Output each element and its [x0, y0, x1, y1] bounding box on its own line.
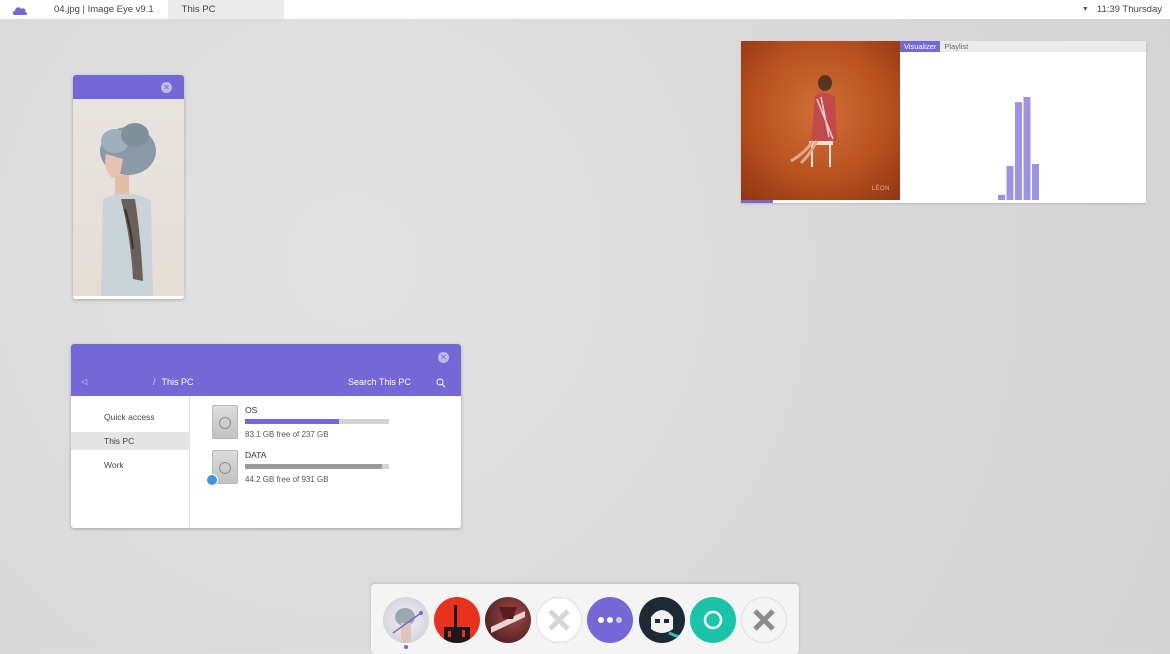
- drive-usage-fill: [245, 464, 383, 469]
- search-label[interactable]: Search This PC: [348, 377, 411, 387]
- visualizer-bar: [1032, 163, 1039, 200]
- clock: 11:39 Thursday: [1096, 4, 1162, 15]
- visualizer-bar: [1006, 166, 1014, 200]
- drive-name: OS: [245, 405, 258, 415]
- image-viewer-header: ✕: [73, 75, 184, 99]
- drive-free-space: 83.1 GB free of 237 GB: [245, 430, 329, 439]
- image-eye-app-icon[interactable]: [383, 597, 429, 643]
- search-icon[interactable]: [436, 378, 446, 388]
- drive-os[interactable]: OS 83.1 GB free of 237 GB: [212, 405, 452, 445]
- tab-playlist[interactable]: Playlist: [940, 41, 972, 52]
- stormtrooper-app-icon[interactable]: [639, 597, 685, 643]
- back-arrow-icon[interactable]: ◁: [81, 377, 87, 386]
- playback-progress-fill: [741, 200, 774, 203]
- dock: [371, 584, 799, 654]
- visualizer-bar: [1015, 102, 1022, 200]
- explorer-header: ✕ ◁ / This PC Search This PC: [71, 344, 461, 396]
- active-app-indicator: [404, 645, 408, 649]
- close-icon[interactable]: ✕: [438, 352, 449, 363]
- drive-name: DATA: [245, 450, 267, 460]
- close-icon[interactable]: ✕: [161, 82, 172, 93]
- dropdown-caret-icon[interactable]: ▼: [1082, 6, 1089, 13]
- album-cover-label: LÉON: [871, 186, 890, 192]
- explorer-sidebar: Quick access This PC Work: [71, 396, 190, 528]
- taskbar-tab-image-eye[interactable]: 04.jpg | Image Eye v9.1: [40, 0, 168, 19]
- visualizer: [900, 52, 1146, 200]
- teal-circle-app-icon[interactable]: [690, 597, 736, 643]
- tab-visualizer[interactable]: Visualizer: [900, 41, 941, 52]
- playback-progress[interactable]: [741, 200, 1146, 203]
- breadcrumb[interactable]: / This PC: [153, 377, 194, 387]
- x-app-icon[interactable]: [536, 597, 582, 643]
- music-player-widget: LÉON Visualizer Playlist: [741, 41, 1146, 203]
- sidebar-item-quick-access[interactable]: Quick access: [71, 408, 189, 426]
- sidebar-item-this-pc[interactable]: This PC: [71, 432, 189, 450]
- top-bar: 04.jpg | Image Eye v9.1 This PC ▼ 11:39 …: [0, 0, 1170, 19]
- cloud-icon[interactable]: [0, 0, 40, 19]
- file-explorer-window: ✕ ◁ / This PC Search This PC Quick access…: [71, 344, 461, 528]
- breadcrumb-separator: /: [153, 377, 156, 387]
- drive-free-space: 44.2 GB free of 931 GB: [245, 475, 329, 484]
- user-icon: [206, 474, 218, 486]
- drive-usage-fill: [245, 419, 339, 424]
- music-tabs: Visualizer Playlist: [900, 41, 1146, 52]
- image-viewer-window: ✕: [73, 75, 184, 299]
- drive-data[interactable]: DATA 44.2 GB free of 931 GB: [206, 450, 452, 490]
- sidebar-item-work[interactable]: Work: [71, 456, 189, 474]
- dark-red-app-icon[interactable]: [485, 597, 531, 643]
- drive-usage-bar: [245, 419, 389, 424]
- breadcrumb-this-pc: This PC: [161, 377, 194, 387]
- visualizer-bar: [1023, 97, 1031, 200]
- gray-x-app-icon[interactable]: [741, 597, 787, 643]
- taskbar-tab-this-pc[interactable]: This PC: [167, 0, 284, 19]
- more-app-icon[interactable]: [587, 597, 633, 643]
- red-poster-app-icon[interactable]: [434, 597, 480, 643]
- drive-usage-bar: [245, 464, 389, 469]
- album-cover: LÉON: [741, 41, 900, 200]
- hard-drive-icon: [212, 405, 238, 439]
- photo: [73, 99, 184, 296]
